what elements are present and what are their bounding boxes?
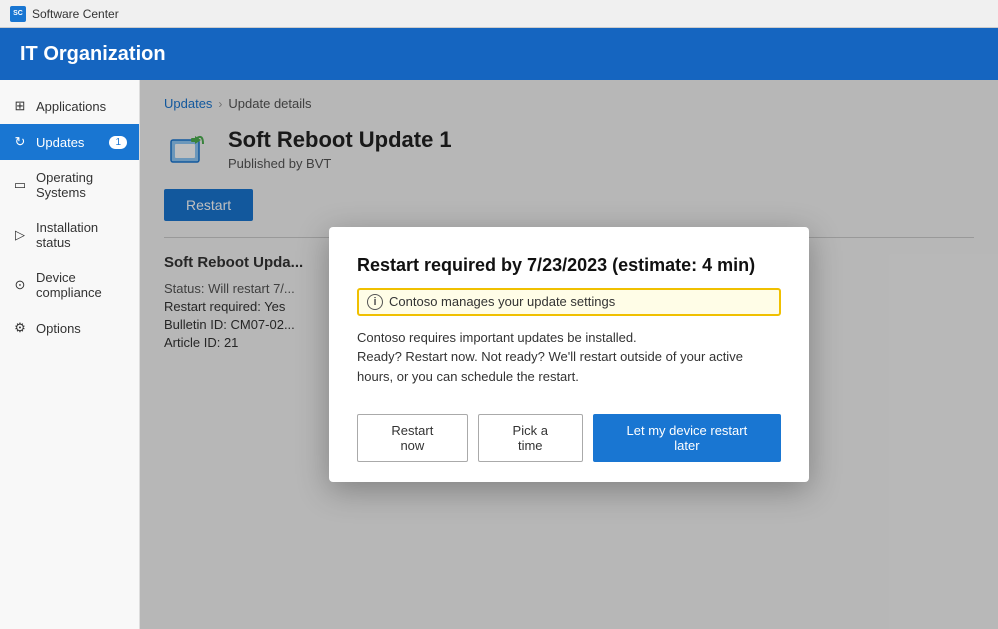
sidebar: ⊞ Applications ↻ Updates 1 ▭ Operating S… [0,80,140,629]
title-bar: Software Center [0,0,998,28]
sidebar-item-applications[interactable]: ⊞ Applications [0,88,139,124]
sidebar-item-installation-status[interactable]: ▷ Installation status [0,210,139,260]
sidebar-item-device-compliance[interactable]: ⊙ Device compliance [0,260,139,310]
sidebar-item-label: Device compliance [36,270,127,300]
pick-a-time-button[interactable]: Pick a time [478,414,583,462]
install-icon: ▷ [12,227,28,243]
restart-now-button[interactable]: Restart now [357,414,468,462]
modal-title: Restart required by 7/23/2023 (estimate:… [357,255,781,276]
applications-icon: ⊞ [12,98,28,114]
sidebar-item-label: Applications [36,99,106,114]
org-title: IT Organization [20,43,166,66]
options-icon: ⚙ [12,320,28,336]
modal-info-label: Contoso manages your update settings [389,294,615,309]
modal-body-text: Contoso requires important updates be in… [357,330,743,384]
sidebar-item-label: Updates [36,135,84,150]
compliance-icon: ⊙ [12,277,28,293]
main-layout: ⊞ Applications ↻ Updates 1 ▭ Operating S… [0,80,998,629]
modal-info-row: i Contoso manages your update settings [357,288,781,316]
sidebar-item-updates[interactable]: ↻ Updates 1 [0,124,139,160]
title-bar-label: Software Center [32,7,119,21]
sidebar-item-options[interactable]: ⚙ Options [0,310,139,346]
sidebar-item-label: Operating Systems [36,170,127,200]
modal-body: Contoso requires important updates be in… [357,328,781,387]
os-icon: ▭ [12,177,28,193]
app-header: IT Organization [0,28,998,80]
sidebar-item-operating-systems[interactable]: ▭ Operating Systems [0,160,139,210]
updates-badge: 1 [109,136,127,149]
sidebar-item-label: Options [36,321,81,336]
sidebar-item-label: Installation status [36,220,127,250]
modal-actions: Restart now Pick a time Let my device re… [357,414,781,462]
modal-overlay: Restart required by 7/23/2023 (estimate:… [140,80,998,629]
modal-dialog: Restart required by 7/23/2023 (estimate:… [329,227,809,483]
info-icon: i [367,294,383,310]
updates-icon: ↻ [12,134,28,150]
app-icon [10,6,26,22]
content-area: Updates › Update details Soft Reboot Upd… [140,80,998,629]
restart-later-button[interactable]: Let my device restart later [593,414,781,462]
